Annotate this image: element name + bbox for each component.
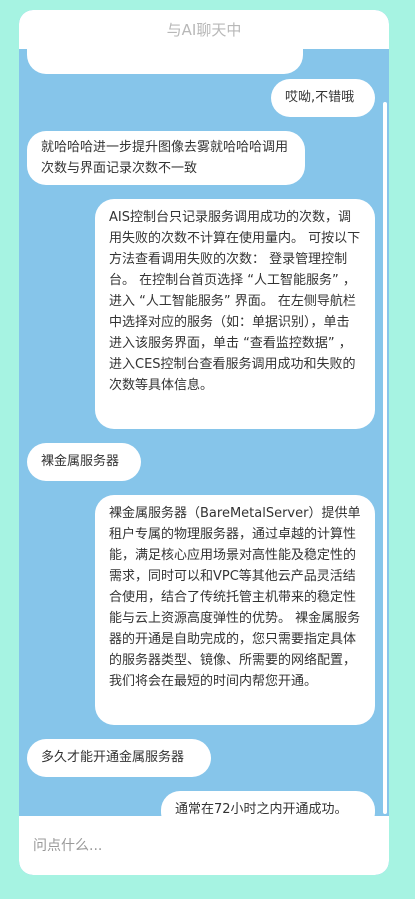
scrollbar[interactable] [383,102,387,814]
chat-window: 与AI聊天中 及率 哎呦,不错哦 就哈哈哈进一步提升图像去雾就哈哈哈调用次数与界… [19,10,389,875]
ai-message: 就哈哈哈进一步提升图像去雾就哈哈哈调用次数与界面记录次数不一致 [27,131,305,185]
ai-message: 裸金属服务器 [27,443,141,481]
user-message: 哎呦,不错哦 [271,79,375,117]
input-bar [19,816,389,875]
user-message: AIS控制台只记录服务调用成功的次数，调用失败的次数不计算在使用量内。 可按以下… [95,199,375,429]
message-list[interactable]: 及率 哎呦,不错哦 就哈哈哈进一步提升图像去雾就哈哈哈调用次数与界面记录次数不一… [19,49,389,816]
ai-message: 多久才能开通金属服务器 [27,739,211,777]
chat-header: 与AI聊天中 [19,10,389,49]
user-message: 通常在72小时之内开通成功。 [161,791,375,816]
chat-title: 与AI聊天中 [166,21,242,39]
ai-message: 及率 [27,49,303,74]
message-input[interactable] [31,836,365,855]
user-message: 裸金属服务器（BareMetalServer）提供单租户专属的物理服务器，通过卓… [95,495,375,725]
